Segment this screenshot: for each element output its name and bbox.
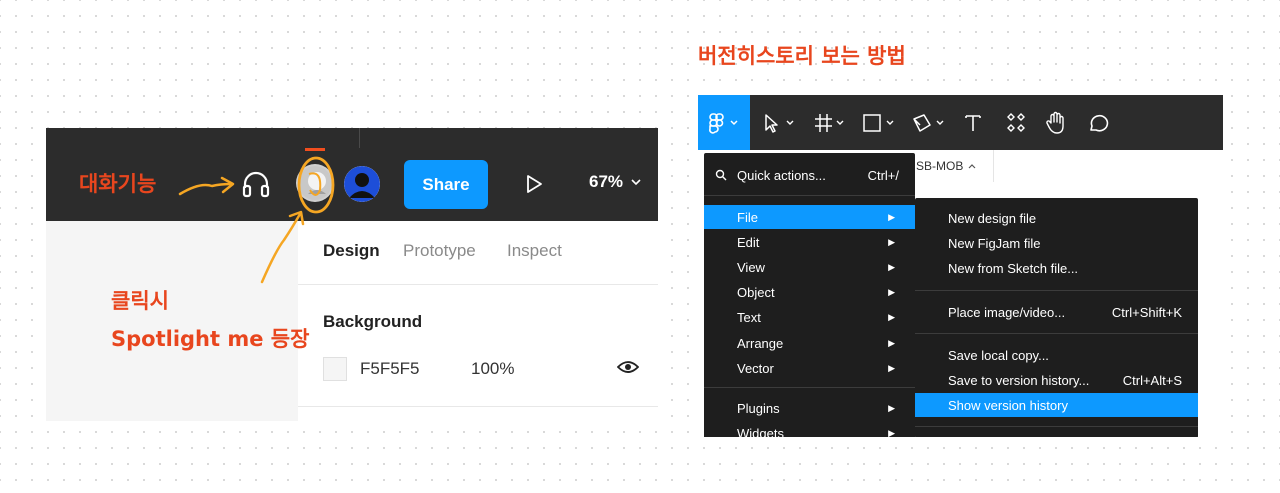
move-tool-icon[interactable] [764,113,798,133]
headphones-icon[interactable] [240,168,272,200]
tab-prototype[interactable]: Prototype [403,241,476,261]
menu-separator [704,195,915,196]
menu-item-label: View [737,259,765,275]
menu-item-object[interactable]: Object ▶ [704,280,915,304]
background-hex-input[interactable]: F5F5F5 [360,359,420,379]
menu-separator [915,333,1198,334]
menu-item-label: Show version history [948,397,1068,413]
chevron-up-icon [968,163,976,168]
menu-item-label: New from Sketch file... [948,260,1079,276]
right-figma-screenshot: SB-MOB Quick actions... Ctrl+/ File ▶ Edi… [698,95,1223,437]
menu-item-label: Arrange [737,335,784,351]
menu-item-view[interactable]: View ▶ [704,255,915,279]
user-avatar-icon[interactable] [344,166,380,202]
menu-separator [704,387,915,388]
share-button[interactable]: Share [404,160,488,209]
menu-item-shortcut: Ctrl+/ [867,167,899,183]
background-section-title: Background [323,312,423,331]
menu-item-text[interactable]: Text ▶ [704,305,915,329]
chevron-right-icon: ▶ [888,362,895,373]
menu-item-arrange[interactable]: Arrange ▶ [704,331,915,355]
menu-separator [915,290,1198,291]
comment-icon[interactable] [1088,113,1110,133]
menu-item-label: Place image/video... [948,304,1066,320]
chevron-right-icon: ▶ [888,286,895,297]
shape-tool-icon[interactable] [862,113,898,133]
tab-design[interactable]: Design [323,241,380,261]
search-icon [715,169,727,181]
background-opacity-input[interactable]: 100% [471,359,514,379]
pen-tool-icon[interactable] [912,113,948,133]
left-figma-screenshot: 대화기능 Share 67% Design Prototype Inspect … [46,128,658,421]
menu-item-new-from-sketch[interactable]: New from Sketch file... [915,256,1198,280]
menu-item-edit[interactable]: Edit ▶ [704,230,915,254]
file-submenu: New design file New FigJam file New from… [915,198,1198,437]
zoom-value: 67% [589,172,624,191]
menu-item-show-version-history[interactable]: Show version history [915,393,1198,417]
menu-item-label: Save to version history... [948,372,1090,388]
top-strip [46,128,658,148]
chevron-down-icon [631,178,641,185]
file-tab-label: SB-MOB [916,159,964,173]
main-menu-button[interactable] [698,95,750,150]
menu-item-label: New design file [948,210,1037,226]
menu-item-label: Save local copy... [948,347,1049,363]
tab-inspect[interactable]: Inspect [507,241,562,261]
properties-panel: Design Prototype Inspect Background F5F5… [298,221,658,421]
file-tab[interactable]: SB-MOB [906,150,994,182]
zoom-dropdown[interactable]: 67% [589,172,641,192]
chevron-right-icon: ▶ [888,402,895,413]
chevron-right-icon: ▶ [888,211,895,222]
main-menu: Quick actions... Ctrl+/ File ▶ Edit ▶ View… [704,153,915,437]
present-icon[interactable] [524,174,544,194]
menu-item-save-to-version-history[interactable]: Save to version history... Ctrl+Alt+S [915,368,1198,392]
divider [298,406,658,407]
menu-item-new-design-file[interactable]: New design file [915,206,1198,230]
chevron-right-icon: ▶ [888,337,895,348]
eye-icon[interactable] [617,359,639,375]
hand-tool-icon[interactable] [1046,111,1068,135]
menu-item-vector[interactable]: Vector ▶ [704,356,915,380]
menu-item-quick-actions[interactable]: Quick actions... Ctrl+/ [704,163,915,187]
chevron-right-icon: ▶ [888,427,895,438]
annotation-talk-feature: 대화기능 [79,172,157,196]
menu-item-label: Vector [737,360,774,376]
chevron-right-icon: ▶ [888,236,895,247]
menu-item-widgets[interactable]: Widgets ▶ [704,421,915,438]
menu-item-label: New FigJam file [948,235,1041,251]
menu-item-label: Plugins [737,400,780,416]
spotlight-avatar[interactable] [296,164,334,202]
menu-item-label: Edit [737,234,760,250]
menu-item-label: File [737,209,758,225]
menu-item-label: Widgets [737,425,784,438]
menu-separator [915,426,1198,427]
menu-item-file[interactable]: File ▶ [704,205,915,229]
menu-item-label: Object [737,284,775,300]
background-color-swatch[interactable] [323,357,347,381]
menu-item-label: Text [737,309,761,325]
divider [298,284,658,285]
chevron-right-icon: ▶ [888,311,895,322]
text-tool-icon[interactable] [963,113,983,133]
menu-item-shortcut: Ctrl+Shift+K [1111,304,1182,320]
main-menu-icon [709,113,738,134]
annotation-right-title: 버전히스토리 보는 방법 [698,44,906,68]
menu-item-shortcut: Ctrl+Alt+S [1122,372,1182,388]
components-icon[interactable] [1006,113,1026,133]
chevron-right-icon: ▶ [888,261,895,272]
menu-item-place-image[interactable]: Place image/video... Ctrl+Shift+K [915,300,1198,324]
annotation-click: 클릭시 Spotlight me 등장 [111,282,309,358]
frame-tool-icon[interactable] [814,113,848,133]
menu-item-plugins[interactable]: Plugins ▶ [704,396,915,420]
menu-item-save-local-copy[interactable]: Save local copy... [915,343,1198,367]
annotation-click-line1: 클릭시 [111,289,169,313]
menu-item-label: Quick actions... [737,167,826,183]
annotation-click-line2: Spotlight me 등장 [111,327,310,351]
menu-item-new-figjam-file[interactable]: New FigJam file [915,231,1198,255]
